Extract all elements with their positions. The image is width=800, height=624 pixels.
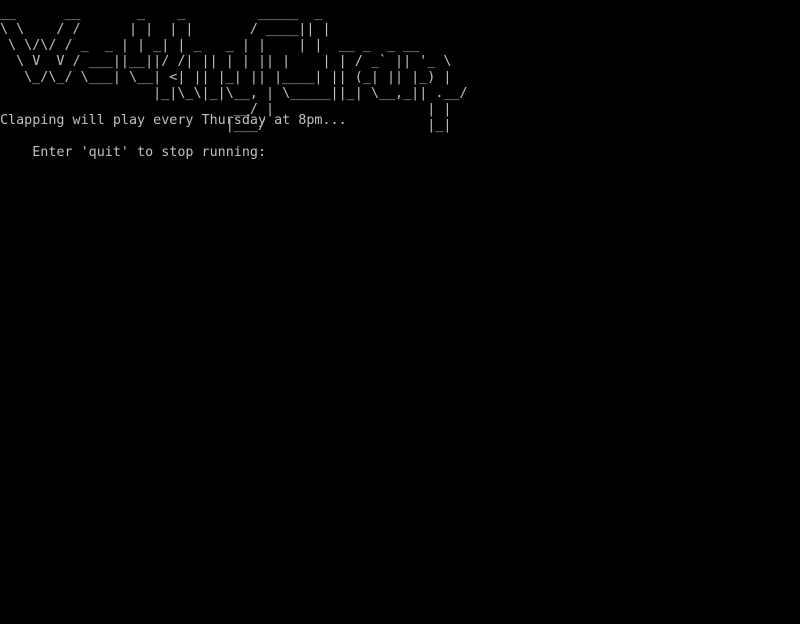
prompt-line[interactable]: Enter 'quit' to stop running: — [0, 129, 266, 177]
console-window[interactable]: __ __ _ _ _____ _ \ \ / / | | | | / ____… — [0, 0, 800, 624]
prompt-text: Enter 'quit' to stop running: — [32, 145, 267, 160]
status-message: Clapping will play every Thursday at 8pm… — [0, 113, 347, 128]
